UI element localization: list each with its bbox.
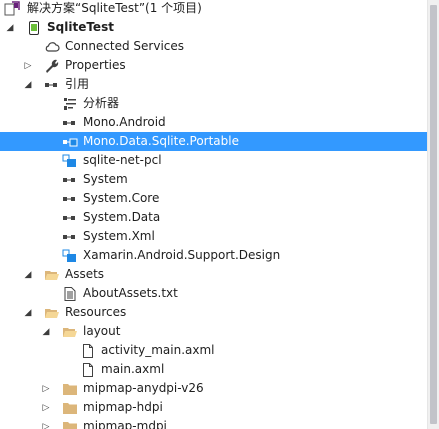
project-label: SqliteTest <box>47 20 114 34</box>
folder-icon <box>62 381 78 397</box>
folder-icon <box>62 400 78 416</box>
folder-label: mipmap-mdpi <box>83 419 167 429</box>
wrench-icon <box>44 58 60 74</box>
tree-item-references[interactable]: ◢ 引用 <box>0 75 428 94</box>
tree-item-reference-selected[interactable]: Mono.Data.Sqlite.Portable <box>0 132 428 151</box>
tree-item-analyzers[interactable]: 分析器 <box>0 94 428 113</box>
properties-label: Properties <box>65 58 126 72</box>
solution-label: 解决方案“SqliteTest”(1 个项目) <box>27 1 202 15</box>
expanded-arrow-icon[interactable]: ◢ <box>23 303 33 322</box>
assets-label: Assets <box>65 267 105 281</box>
tree-item-layout-folder[interactable]: ◢ layout <box>0 322 428 341</box>
analyzer-icon <box>62 96 78 112</box>
file-label: main.axml <box>101 362 165 376</box>
reference-label: Mono.Data.Sqlite.Portable <box>83 134 239 148</box>
tree-item-reference[interactable]: System.Data <box>0 208 428 227</box>
tree-item-assets-folder[interactable]: ◢ Assets <box>0 265 428 284</box>
tree-item-folder[interactable]: ▷ mipmap-hdpi <box>0 398 428 417</box>
reference-icon <box>62 191 78 207</box>
reference-label: 分析器 <box>83 96 120 110</box>
tree-item-file[interactable]: main.axml <box>0 360 428 379</box>
nuget-reference-icon <box>62 248 78 264</box>
reference-icon <box>62 172 78 188</box>
text-file-icon <box>62 286 78 302</box>
tree-item-reference[interactable]: System.Xml <box>0 227 428 246</box>
reference-label: sqlite-net-pcl <box>83 153 162 167</box>
expanded-arrow-icon[interactable]: ◢ <box>5 18 15 37</box>
nuget-reference-icon <box>62 134 78 150</box>
expanded-arrow-icon[interactable]: ◢ <box>41 322 51 341</box>
tree-item-reference[interactable]: sqlite-net-pcl <box>0 151 428 170</box>
collapsed-arrow-icon[interactable]: ▷ <box>23 56 33 75</box>
expanded-arrow-icon[interactable]: ◢ <box>23 75 33 94</box>
tree-item-file[interactable]: AboutAssets.txt <box>0 284 428 303</box>
folder-icon <box>62 419 78 429</box>
file-icon <box>80 343 96 359</box>
collapsed-arrow-icon[interactable]: ▷ <box>41 379 51 398</box>
open-folder-icon <box>44 305 60 321</box>
references-label: 引用 <box>65 77 90 91</box>
reference-label: System.Xml <box>83 229 155 243</box>
tree-item-reference[interactable]: System.Core <box>0 189 428 208</box>
reference-label: System.Data <box>83 210 161 224</box>
tree-item-folder[interactable]: ▷ mipmap-mdpi <box>0 417 428 429</box>
resources-label: Resources <box>65 305 127 319</box>
solution-icon <box>4 1 20 17</box>
cloud-icon <box>44 39 60 55</box>
collapsed-arrow-icon[interactable]: ▷ <box>41 417 51 429</box>
folder-label: mipmap-hdpi <box>83 400 163 414</box>
tree-item-resources-folder[interactable]: ◢ Resources <box>0 303 428 322</box>
tree-item-properties[interactable]: ▷ Properties <box>0 56 428 75</box>
collapsed-arrow-icon[interactable]: ▷ <box>41 398 51 417</box>
references-icon <box>44 77 60 93</box>
file-label: AboutAssets.txt <box>83 286 178 300</box>
layout-label: layout <box>83 324 121 338</box>
open-folder-icon <box>62 324 78 340</box>
file-label: activity_main.axml <box>101 343 215 357</box>
tree-item-solution[interactable]: 解决方案“SqliteTest”(1 个项目) <box>0 0 428 18</box>
tree-item-reference[interactable]: Mono.Android <box>0 113 428 132</box>
nuget-reference-icon <box>62 153 78 169</box>
open-folder-icon <box>44 267 60 283</box>
tree-item-project[interactable]: ◢ SqliteTest <box>0 18 428 37</box>
expanded-arrow-icon[interactable]: ◢ <box>23 265 33 284</box>
reference-icon <box>62 229 78 245</box>
tree-item-connected-services[interactable]: Connected Services <box>0 37 428 56</box>
reference-icon <box>62 210 78 226</box>
file-icon <box>80 362 96 378</box>
vertical-scrollbar[interactable] <box>427 0 439 429</box>
tree-item-reference[interactable]: System <box>0 170 428 189</box>
reference-label: Mono.Android <box>83 115 166 129</box>
reference-icon <box>62 115 78 131</box>
reference-label: System.Core <box>83 191 160 205</box>
tree-item-folder[interactable]: ▷ mipmap-anydpi-v26 <box>0 379 428 398</box>
reference-label: System <box>83 172 128 186</box>
connected-services-label: Connected Services <box>65 39 185 53</box>
folder-label: mipmap-anydpi-v26 <box>83 381 204 395</box>
reference-label: Xamarin.Android.Support.Design <box>83 248 281 262</box>
scrollbar-thumb[interactable] <box>430 5 437 424</box>
android-project-icon <box>26 20 42 36</box>
tree-item-reference[interactable]: Xamarin.Android.Support.Design <box>0 246 428 265</box>
solution-explorer-tree: 解决方案“SqliteTest”(1 个项目) ◢ SqliteTest Con… <box>0 0 428 429</box>
tree-item-file[interactable]: activity_main.axml <box>0 341 428 360</box>
